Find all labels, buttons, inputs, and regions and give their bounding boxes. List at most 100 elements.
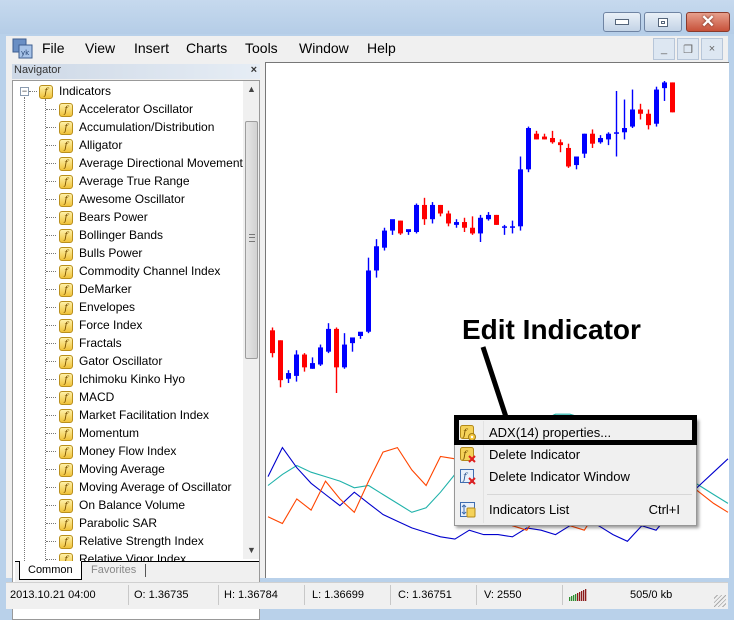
tree-line — [46, 235, 56, 236]
scroll-down-arrow-icon[interactable]: ▼ — [243, 542, 259, 559]
menu-window[interactable]: Window — [299, 40, 349, 56]
connection-status-icon[interactable] — [569, 587, 587, 601]
annotation-highlight-box — [454, 415, 697, 445]
indicator-list: − f Indicators f Accelerator Oscillator f Ac… — [13, 81, 245, 561]
mdi-restore-button[interactable]: ❐ — [677, 38, 699, 60]
tree-item-indicator[interactable]: f Moving Average of Oscillator — [59, 478, 232, 496]
tree-item-indicator[interactable]: f Relative Vigor Index — [59, 550, 186, 561]
menu-bar: yk File View Insert Charts Tools Window … — [6, 36, 728, 63]
status-divider — [562, 585, 563, 605]
tab-common[interactable]: Common — [19, 561, 82, 580]
navigator-tree: − f Indicators f Accelerator Oscillator f Ac… — [12, 80, 260, 620]
menu-item-delete-indicator-window[interactable]: f Delete Indicator Window — [455, 466, 696, 488]
menu-file[interactable]: File — [42, 40, 65, 56]
tree-line — [46, 523, 56, 524]
candle — [486, 212, 491, 221]
collapse-toggle[interactable]: − — [20, 87, 29, 96]
candle-body — [526, 128, 531, 170]
tree-item-label: Gator Oscillator — [79, 354, 163, 368]
candle-body — [390, 219, 395, 231]
annotation-arrow-line — [480, 346, 510, 421]
tree-item-indicator[interactable]: f Accelerator Oscillator — [59, 100, 193, 118]
tree-item-indicator[interactable]: f Bulls Power — [59, 244, 142, 262]
candle — [414, 203, 419, 234]
menu-item-delete-indicator[interactable]: f Delete Indicator — [455, 444, 696, 466]
menu-charts[interactable]: Charts — [186, 40, 227, 56]
tree-item-label: Momentum — [79, 426, 140, 440]
tree-item-indicator[interactable]: f Bollinger Bands — [59, 226, 163, 244]
candle — [550, 130, 555, 144]
candle — [270, 327, 275, 358]
tree-item-indicator[interactable]: f Envelopes — [59, 298, 135, 316]
tree-item-indicator[interactable]: f Bears Power — [59, 208, 148, 226]
tree-item-indicator[interactable]: f Force Index — [59, 316, 142, 334]
candle — [294, 350, 299, 382]
tab-favorites[interactable]: Favorites — [83, 561, 144, 579]
navigator-scrollbar[interactable]: ▲ ▼ — [243, 81, 259, 559]
signal-bar — [573, 595, 575, 601]
candle — [470, 216, 475, 235]
candle-body — [334, 328, 339, 368]
tree-item-indicator[interactable]: f Parabolic SAR — [59, 514, 157, 532]
status-high: H: 1.36784 — [224, 589, 278, 601]
tree-root-indicators[interactable]: f Indicators — [39, 82, 111, 100]
navigator-close-button[interactable]: × — [251, 64, 257, 76]
candle-body — [558, 142, 563, 146]
menu-view[interactable]: View — [85, 40, 115, 56]
tree-item-indicator[interactable]: f Money Flow Index — [59, 442, 176, 460]
candle-body — [414, 204, 419, 233]
tree-item-indicator[interactable]: f Relative Strength Index — [59, 532, 204, 550]
candle-body — [518, 169, 523, 227]
window-close-button[interactable]: ✕ — [686, 12, 730, 32]
candle — [606, 132, 611, 146]
candle — [630, 89, 635, 129]
menu-insert[interactable]: Insert — [134, 40, 169, 56]
tree-item-indicator[interactable]: f Average Directional Movement — [59, 154, 243, 172]
candle — [662, 81, 667, 101]
indicator-icon: f — [59, 282, 73, 297]
status-datetime: 2013.10.21 04:00 — [10, 589, 96, 601]
indicator-icon: f — [59, 372, 73, 387]
tree-item-indicator[interactable]: f Accumulation/Distribution — [59, 118, 214, 136]
navigator-panel: Navigator × − f Indicators f Accelerator O… — [10, 63, 263, 620]
mdi-close-button[interactable]: × — [701, 38, 723, 60]
tree-item-indicator[interactable]: f Fractals — [59, 334, 122, 352]
annotation-title: Edit Indicator — [462, 314, 641, 345]
tree-item-indicator[interactable]: f Momentum — [59, 424, 139, 442]
candle — [278, 340, 283, 388]
candle — [478, 214, 483, 242]
menu-item-indicators-list[interactable]: Indicators List Ctrl+I — [455, 499, 696, 521]
tree-item-indicator[interactable]: f MACD — [59, 388, 114, 406]
indicator-icon: f — [59, 408, 73, 423]
scrollbar-thumb[interactable] — [245, 121, 258, 359]
candle — [406, 229, 411, 235]
tree-item-indicator[interactable]: f Commodity Channel Index — [59, 262, 220, 280]
candle-body — [318, 347, 323, 365]
candle — [422, 197, 427, 225]
window-maximize-button[interactable] — [644, 12, 682, 32]
tree-item-indicator[interactable]: f Gator Oscillator — [59, 352, 162, 370]
close-icon: ✕ — [700, 12, 716, 31]
tree-item-indicator[interactable]: f Average True Range — [59, 172, 190, 190]
tree-item-indicator[interactable]: f DeMarker — [59, 280, 132, 298]
status-volume: V: 2550 — [484, 589, 522, 601]
candle-body — [374, 246, 379, 271]
tree-item-indicator[interactable]: f Awesome Oscillator — [59, 190, 185, 208]
candle-body — [342, 344, 347, 368]
candle-body — [350, 337, 355, 344]
mdi-minimize-button[interactable]: _ — [653, 38, 675, 60]
tree-item-indicator[interactable]: f Alligator — [59, 136, 122, 154]
tree-item-indicator[interactable]: f Moving Average — [59, 460, 165, 478]
menu-tools[interactable]: Tools — [245, 40, 278, 56]
signal-bar — [581, 591, 583, 601]
scroll-up-arrow-icon[interactable]: ▲ — [243, 81, 259, 98]
window-minimize-button[interactable] — [603, 12, 641, 32]
tree-item-indicator[interactable]: f On Balance Volume — [59, 496, 185, 514]
candle — [326, 323, 331, 354]
menu-help[interactable]: Help — [367, 40, 396, 56]
candle-body — [542, 136, 547, 140]
tree-item-indicator[interactable]: f Ichimoku Kinko Hyo — [59, 370, 185, 388]
tree-item-indicator[interactable]: f Market Facilitation Index — [59, 406, 209, 424]
status-bar: 2013.10.21 04:00 O: 1.36735 H: 1.36784 L… — [6, 582, 728, 609]
resize-grip[interactable] — [714, 595, 726, 607]
